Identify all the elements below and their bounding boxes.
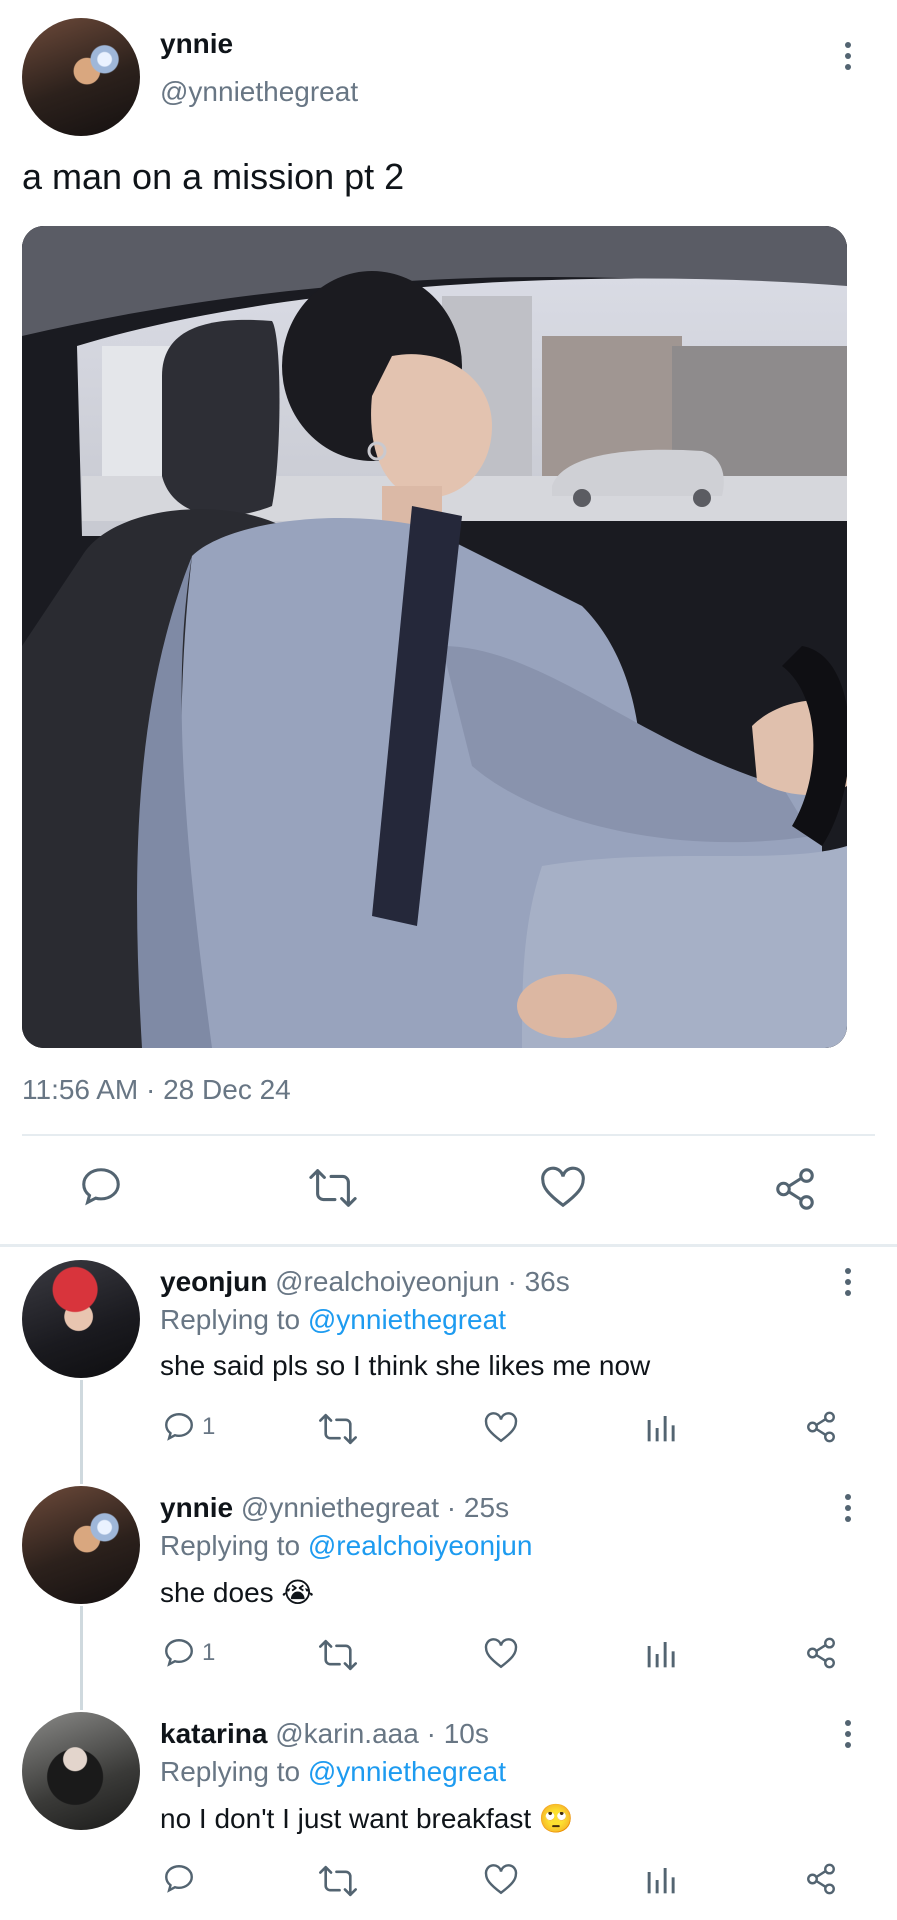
reply-age: 25s: [463, 1492, 510, 1523]
replying-to-line: Replying to @realchoiyeonjun: [160, 1530, 532, 1562]
reply-handle[interactable]: @ynniethegreat: [241, 1492, 439, 1523]
reply-age: 36s: [524, 1266, 570, 1297]
retweet-icon[interactable]: [318, 1864, 358, 1898]
reply-icon[interactable]: [78, 1164, 124, 1210]
tweet-media-image[interactable]: [22, 226, 847, 1048]
replying-to-label: Replying to: [160, 1756, 301, 1787]
like-icon[interactable]: [484, 1638, 518, 1670]
more-options-icon[interactable]: [845, 42, 851, 70]
reply-text: she said pls so I think she likes me now: [160, 1350, 651, 1381]
reply-header: ynnie @ynniethegreat · 25s: [160, 1492, 509, 1524]
separator-dot: ·: [499, 1266, 525, 1297]
thread-line: [80, 1606, 83, 1710]
share-icon[interactable]: [804, 1636, 838, 1670]
like-icon[interactable]: [484, 1864, 518, 1896]
analytics-icon[interactable]: [646, 1864, 676, 1896]
more-options-icon[interactable]: [845, 1720, 851, 1748]
retweet-icon[interactable]: [318, 1412, 358, 1446]
reply-action-reply[interactable]: 1: [162, 1410, 215, 1444]
reply-icon: [165, 1639, 193, 1667]
reply-handle[interactable]: @realchoiyeonjun: [275, 1266, 500, 1297]
reply-display-name[interactable]: ynnie: [160, 1492, 233, 1523]
replying-to-line: Replying to @ynniethegreat: [160, 1756, 506, 1788]
reply-handle[interactable]: @karin.aaa: [275, 1718, 419, 1749]
reply-action-reply[interactable]: 1: [162, 1636, 215, 1670]
more-options-icon[interactable]: [845, 1494, 851, 1522]
reply-count: 1: [202, 1639, 216, 1666]
reply-text: no I don't I just want breakfast 🙄: [160, 1803, 574, 1834]
section-divider: [0, 1244, 897, 1247]
reply-text: she does 😭: [160, 1577, 315, 1608]
share-icon[interactable]: [804, 1410, 838, 1444]
separator-dot: ·: [418, 1718, 444, 1749]
retweet-icon[interactable]: [318, 1638, 358, 1672]
like-icon[interactable]: [484, 1412, 518, 1444]
reply-avatar[interactable]: [22, 1260, 140, 1378]
author-avatar[interactable]: [22, 18, 140, 136]
reply-avatar[interactable]: [22, 1486, 140, 1604]
author-display-name[interactable]: ynnie: [160, 28, 233, 60]
more-options-icon[interactable]: [845, 1268, 851, 1296]
separator-dot: ·: [439, 1492, 464, 1523]
like-icon[interactable]: [540, 1166, 586, 1210]
divider: [22, 1134, 875, 1136]
thread-line: [80, 1380, 83, 1484]
replying-to-link[interactable]: @realchoiyeonjun: [308, 1530, 533, 1561]
reply-header: yeonjun @realchoiyeonjun · 36s: [160, 1266, 570, 1298]
replying-to-label: Replying to: [160, 1304, 301, 1335]
reply-header: katarina @karin.aaa · 10s: [160, 1718, 489, 1750]
reply-icon: [165, 1865, 193, 1893]
photo-man-driving: [22, 226, 847, 1048]
analytics-icon[interactable]: [646, 1638, 676, 1670]
reply-count: 1: [202, 1413, 216, 1440]
replying-to-link[interactable]: @ynniethegreat: [308, 1756, 506, 1787]
author-handle[interactable]: @ynniethegreat: [160, 76, 358, 108]
analytics-icon[interactable]: [646, 1412, 676, 1444]
reply-display-name[interactable]: yeonjun: [160, 1266, 267, 1297]
reply-icon: [165, 1413, 193, 1441]
reply-display-name[interactable]: katarina: [160, 1718, 267, 1749]
reply-action-reply[interactable]: [162, 1862, 202, 1896]
reply-avatar[interactable]: [22, 1712, 140, 1830]
reply-age: 10s: [443, 1718, 489, 1749]
share-icon[interactable]: [804, 1862, 838, 1896]
replying-to-label: Replying to: [160, 1530, 301, 1561]
tweet-text: a man on a mission pt 2: [22, 156, 405, 197]
share-icon[interactable]: [772, 1166, 818, 1212]
tweet-timestamp: 11:56 AM · 28 Dec 24: [22, 1074, 291, 1105]
replying-to-link[interactable]: @ynniethegreat: [308, 1304, 506, 1335]
replying-to-line: Replying to @ynniethegreat: [160, 1304, 506, 1336]
retweet-icon[interactable]: [308, 1166, 358, 1210]
